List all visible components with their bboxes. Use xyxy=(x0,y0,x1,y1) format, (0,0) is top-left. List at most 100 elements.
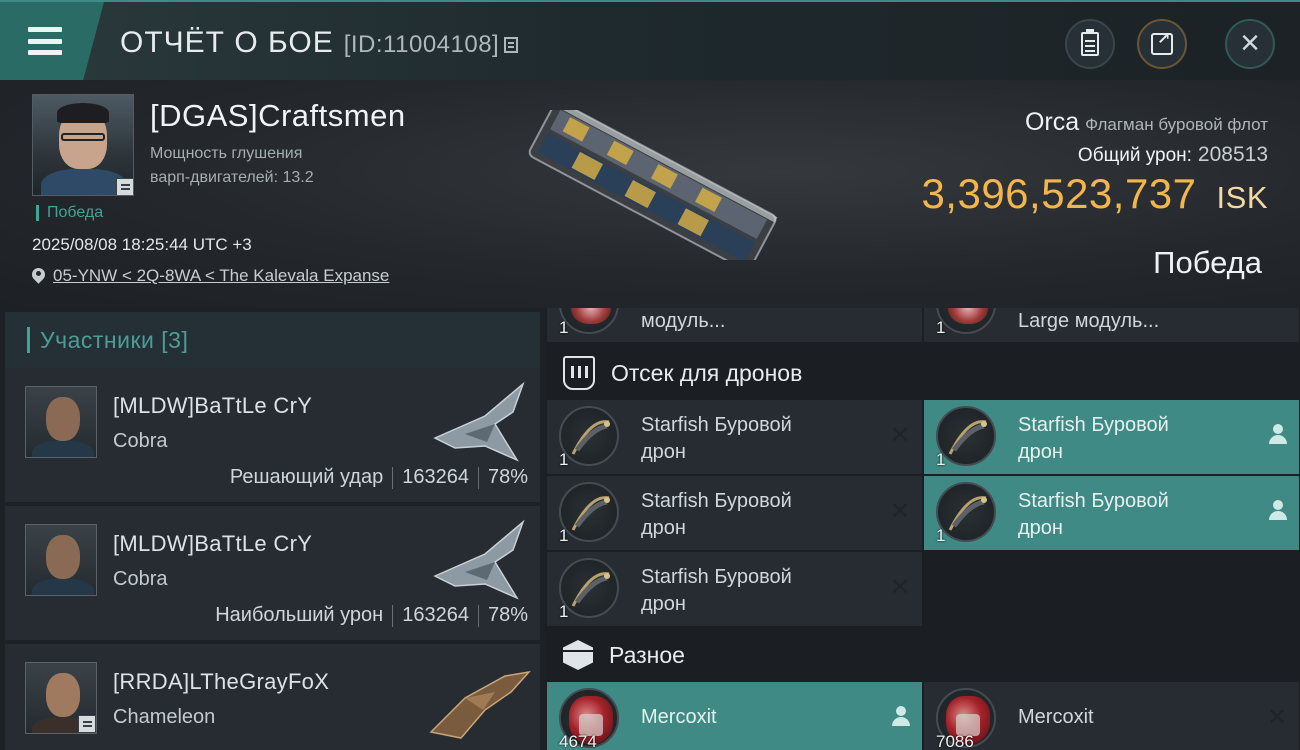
item-quantity: 1 xyxy=(559,526,569,545)
victim-ship-class: Флагман буровой флот xyxy=(1085,115,1268,134)
item-label: Starfish Буровой дрон xyxy=(1018,488,1258,542)
item-quantity: 1 xyxy=(936,450,946,469)
item-label-line1: Starfish Буровой xyxy=(641,490,792,512)
hamburger-icon xyxy=(28,27,62,55)
drone-slot[interactable]: 1 Starfish Буровой дрон xyxy=(924,400,1299,474)
item-quantity: 1 xyxy=(559,318,569,337)
item-label: Mercoxit xyxy=(641,706,717,728)
loot-panel: 1 модуль... 1 Large модуль... Отсек для … xyxy=(545,308,1300,750)
close-button[interactable]: × xyxy=(1225,19,1275,69)
share-button[interactable] xyxy=(1137,19,1187,69)
participants-title: Участники [3] xyxy=(40,326,189,353)
misc-title: Разное xyxy=(609,641,685,668)
warp-line-2: варп-двигателей: 13.2 xyxy=(150,169,314,186)
item-label-line2: дрон xyxy=(641,441,686,463)
participant-card[interactable]: [MLDW]BaTtLe CrY Cobra Решающий удар 163… xyxy=(5,368,540,502)
victim-name[interactable]: [DGAS]Craftsmen xyxy=(150,98,406,134)
victim-ship-render xyxy=(528,110,778,260)
item-label-line1: Starfish Буровой xyxy=(1018,490,1169,512)
page-title: ОТЧЁТ О БОЕ [ID:11004108] xyxy=(120,26,519,60)
item-quantity: 4674 xyxy=(559,732,597,750)
item-quantity: 7086 xyxy=(936,732,974,750)
destroyed-x-icon: ✕ xyxy=(889,498,910,525)
menu-button[interactable] xyxy=(0,2,104,80)
warp-disruption-label: Мощность глушения варп-двигателей: 13.2 xyxy=(150,142,314,190)
total-damage: Общий урон: 208513 xyxy=(1078,143,1268,167)
item-label: Large модуль... xyxy=(1018,310,1160,332)
item-quantity: 1 xyxy=(559,602,569,621)
isk-value: 3,396,523,737 ISK xyxy=(921,170,1268,218)
participant-ship-image xyxy=(433,381,525,462)
item-quantity: 1 xyxy=(936,318,946,337)
victim-portrait[interactable] xyxy=(32,94,134,196)
participant-card[interactable]: [RRDA]LTheGrayFoX Chameleon xyxy=(5,644,540,750)
cube-icon xyxy=(563,640,593,670)
dropped-person-icon xyxy=(892,706,910,731)
item-label-line2: дрон xyxy=(641,593,686,615)
top-bar: ОТЧЁТ О БОЕ [ID:11004108] × xyxy=(0,0,1300,80)
participant-ship: Cobra xyxy=(113,430,168,452)
total-damage-label: Общий урон: xyxy=(1077,145,1192,166)
item-label-line1: Starfish Буровой xyxy=(641,414,792,436)
destroyed-x-icon: ✕ xyxy=(889,422,910,449)
module-slot[interactable]: 1 модуль... xyxy=(547,308,922,342)
drone-bay-section-title: Отсек для дронов xyxy=(563,356,802,390)
participant-avatar xyxy=(25,524,97,596)
participant-card[interactable]: [MLDW]BaTtLe CrY Cobra Наибольший урон 1… xyxy=(5,506,540,640)
drone-slot[interactable]: 1 Starfish Буровой дрон ✕ xyxy=(547,552,922,626)
page-title-text: ОТЧЁТ О БОЕ xyxy=(120,26,334,59)
participant-avatar xyxy=(25,386,97,458)
participant-percent: 78% xyxy=(487,604,528,626)
participant-ship: Chameleon xyxy=(113,706,216,728)
participant-ship-image xyxy=(429,670,531,739)
participant-name: [MLDW]BaTtLe CrY xyxy=(113,393,313,418)
victim-ship-name[interactable]: Orca xyxy=(1025,108,1079,136)
victim-ship-line: Orca Флагман буровой флот xyxy=(938,108,1268,137)
corp-badge-icon xyxy=(78,715,96,733)
item-label: Starfish Буровой дрон xyxy=(641,564,881,618)
participant-ship: Cobra xyxy=(113,568,168,590)
drone-slot[interactable]: 1 Starfish Буровой дрон xyxy=(924,476,1299,550)
share-icon xyxy=(1151,29,1173,55)
drone-slot[interactable]: 1 Starfish Буровой дрон ✕ xyxy=(547,476,922,550)
dropped-person-icon xyxy=(1269,500,1287,525)
kill-datetime: 2025/08/08 18:25:44 UTC +3 xyxy=(32,235,252,254)
item-label: Starfish Буровой дрон xyxy=(641,412,881,466)
item-label: Starfish Буровой дрон xyxy=(641,488,881,542)
destroyed-x-icon: ✕ xyxy=(1266,704,1287,731)
drone-slot[interactable]: 1 Starfish Буровой дрон ✕ xyxy=(547,400,922,474)
item-label: Starfish Буровой дрон xyxy=(1018,412,1258,466)
item-label: модуль... xyxy=(641,310,726,332)
location-link[interactable]: 05-YNW < 2Q-8WA < The Kalevala Expanse xyxy=(53,266,389,286)
participant-percent: 78% xyxy=(487,466,528,488)
item-label-line1: Starfish Буровой xyxy=(1018,414,1169,436)
item-label-line2: дрон xyxy=(641,517,686,539)
killmail-header: Победа 2025/08/08 18:25:44 UTC +3 05-YNW… xyxy=(0,80,1300,308)
isk-amount: 3,396,523,737 xyxy=(921,170,1197,217)
drone-bay-icon xyxy=(563,356,595,390)
corp-badge-icon xyxy=(116,178,133,195)
participant-role: Наибольший урон xyxy=(215,604,384,626)
result-label: Победа xyxy=(1153,245,1262,280)
copy-icon[interactable] xyxy=(504,37,519,53)
participant-damage: 163264 xyxy=(402,604,469,626)
cargo-slot[interactable]: 7086 Mercoxit ✕ xyxy=(924,682,1299,750)
isk-unit: ISK xyxy=(1216,180,1268,215)
participant-avatar xyxy=(25,662,97,734)
cargo-slot[interactable]: 4674 Mercoxit xyxy=(547,682,922,750)
dropped-person-icon xyxy=(1269,424,1287,449)
item-quantity: 1 xyxy=(936,526,946,545)
participant-role: Решающий удар xyxy=(229,466,384,488)
module-slot[interactable]: 1 Large модуль... xyxy=(924,308,1299,342)
warp-line-1: Мощность глушения xyxy=(150,145,303,162)
participant-name: [MLDW]BaTtLe CrY xyxy=(113,531,313,556)
drone-bay-title: Отсек для дронов xyxy=(611,359,803,386)
participant-stats: Наибольший урон 163264 78% xyxy=(215,604,528,627)
participants-header[interactable]: Участники [3] xyxy=(5,312,540,368)
report-button[interactable] xyxy=(1065,19,1115,69)
report-id: [ID:11004108] xyxy=(343,31,500,58)
total-damage-value: 208513 xyxy=(1197,143,1268,166)
kill-location[interactable]: 05-YNW < 2Q-8WA < The Kalevala Expanse xyxy=(32,266,389,286)
participant-ship-image xyxy=(433,519,525,600)
item-label-line1: Starfish Буровой xyxy=(641,566,792,588)
